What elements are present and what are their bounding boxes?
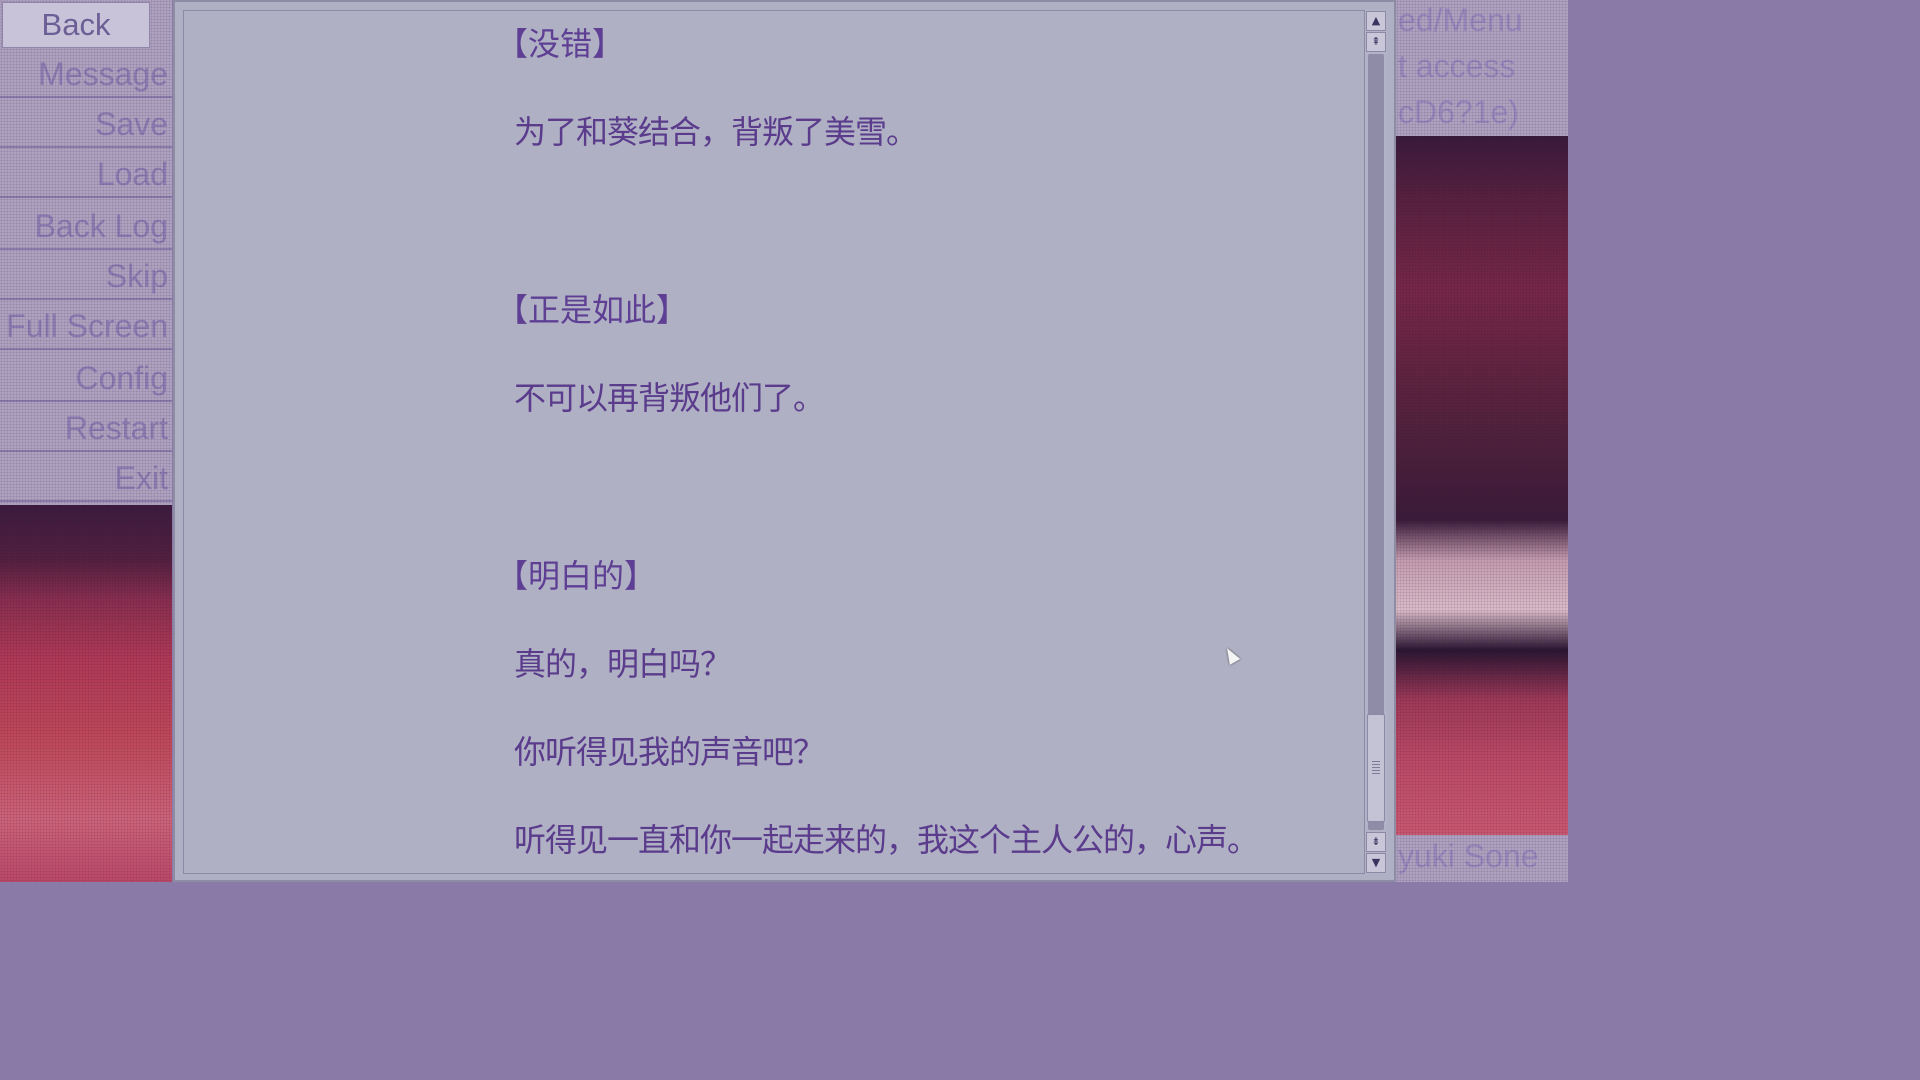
scrollbar-thumb[interactable] [1367,714,1385,822]
backlog-line: 真的，明白吗？ [514,645,732,683]
scroll-to-top-icon[interactable]: ⇞ [1366,32,1386,52]
menu-item-config[interactable]: Config [0,354,172,402]
menu-item-label: Back Log [34,208,168,244]
back-button[interactable]: Back [2,2,150,48]
grip-icon [1372,761,1380,775]
menu-item-label: Skip [105,258,168,294]
backlog-speaker: 【没错】 [496,25,625,63]
menu-item-message[interactable]: Message [0,50,172,98]
backlog-speaker: 【正是如此】 [496,291,689,329]
menu-item-label: Config [75,360,169,396]
game-menu-panel: Message Save Load Back Log Skip Full Scr… [0,0,172,882]
backlog-speaker: 【明白的】 [496,557,657,595]
menu-item-back-log[interactable]: Back Log [0,202,172,250]
menu-item-load[interactable]: Load [0,150,172,198]
backlog-line: 不可以再背叛他们了。 [514,379,825,417]
backlog-window: 【没错】 为了和葵结合，背叛了美雪。 【正是如此】 不可以再背叛他们了。 【明白… [173,0,1396,882]
menu-item-exit[interactable]: Exit [0,454,172,502]
backlog-line: 你听得见我的声音吧？ [514,733,825,771]
character-name-text: yuki Sone [1398,838,1539,874]
menu-item-label: Restart [64,410,168,446]
menu-item-label: Full Screen [6,308,168,344]
scroll-to-bottom-icon[interactable]: ⇟ [1366,832,1386,852]
menu-item-skip[interactable]: Skip [0,252,172,300]
background-scene-right: ed/Menu t access cD6?1e) yuki Sone [1396,0,1568,882]
menu-item-full-screen[interactable]: Full Screen [0,302,172,350]
menu-hint-text: ed/Menu [1398,2,1523,38]
backlog-line: 听得见一直和你一起走来的，我这个主人公的，心声。 [514,821,1259,859]
menu-item-label: Load [96,156,168,192]
menu-item-label: Message [38,56,168,92]
backlog-list: 【没错】 为了和葵结合，背叛了美雪。 【正是如此】 不可以再背叛他们了。 【明白… [184,11,1364,873]
backlog-scrollbar[interactable]: ▲ ⇞ ⇟ ▼ [1365,10,1387,874]
backlog-line: 为了和葵结合，背叛了美雪。 [514,113,918,151]
menu-item-label: Save [95,106,168,142]
scroll-down-icon[interactable]: ▼ [1366,853,1386,873]
menu-hint-text: t access [1398,48,1516,84]
menu-item-restart[interactable]: Restart [0,404,172,452]
menu-hint-text: cD6?1e) [1398,94,1519,130]
backlog-content-area: 【没错】 为了和葵结合，背叛了美雪。 【正是如此】 不可以再背叛他们了。 【明白… [183,10,1365,874]
menu-item-save[interactable]: Save [0,100,172,148]
scroll-up-icon[interactable]: ▲ [1366,11,1386,31]
menu-item-label: Exit [114,460,168,496]
